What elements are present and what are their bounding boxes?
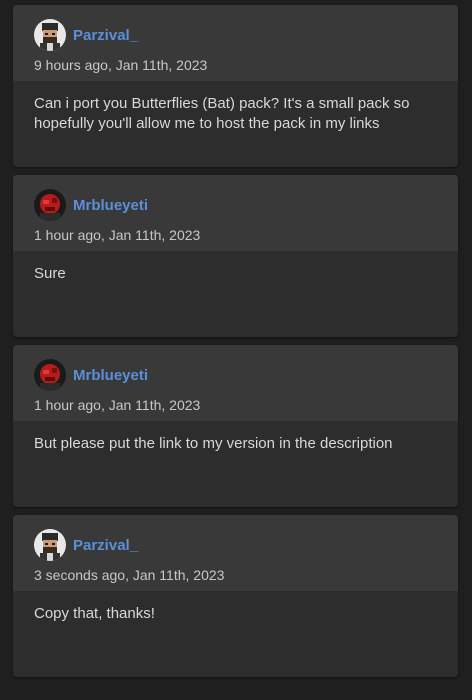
comment-header: Parzival_ 3 seconds ago, Jan 11th, 2023 (13, 515, 458, 591)
comment-timestamp: 1 hour ago, Jan 11th, 2023 (34, 397, 201, 413)
comment-header: Parzival_ 9 hours ago, Jan 11th, 2023 (13, 5, 458, 81)
comment-text: Copy that, thanks! (34, 605, 155, 622)
comment-header: Mrblueyeti 1 hour ago, Jan 11th, 2023 (13, 175, 458, 251)
comment-card: Mrblueyeti 1 hour ago, Jan 11th, 2023 Bu… (13, 345, 458, 507)
comment-timestamp: 9 hours ago, Jan 11th, 2023 (34, 57, 208, 73)
comment-card: Parzival_ 3 seconds ago, Jan 11th, 2023 … (13, 515, 458, 677)
comment-text: Sure (34, 265, 66, 282)
username-link[interactable]: Parzival_ (73, 27, 138, 44)
comment-text: Can i port you Butterflies (Bat) pack? I… (34, 95, 410, 132)
mrblueyeti-avatar-icon[interactable] (34, 359, 66, 391)
parzival-avatar-icon[interactable] (34, 19, 66, 51)
username-link[interactable]: Mrblueyeti (73, 197, 148, 214)
comment-header: Mrblueyeti 1 hour ago, Jan 11th, 2023 (13, 345, 458, 421)
comment-text: But please put the link to my version in… (34, 435, 393, 452)
comment-card: Mrblueyeti 1 hour ago, Jan 11th, 2023 Su… (13, 175, 458, 337)
parzival-avatar-icon[interactable] (34, 529, 66, 561)
comment-timestamp: 3 seconds ago, Jan 11th, 2023 (34, 567, 225, 583)
comment-card: Parzival_ 9 hours ago, Jan 11th, 2023 Ca… (13, 5, 458, 167)
comment-timestamp: 1 hour ago, Jan 11th, 2023 (34, 227, 201, 243)
mrblueyeti-avatar-icon[interactable] (34, 189, 66, 221)
username-link[interactable]: Mrblueyeti (73, 367, 148, 384)
username-link[interactable]: Parzival_ (73, 537, 138, 554)
comment-thread: Parzival_ 9 hours ago, Jan 11th, 2023 Ca… (0, 0, 472, 700)
